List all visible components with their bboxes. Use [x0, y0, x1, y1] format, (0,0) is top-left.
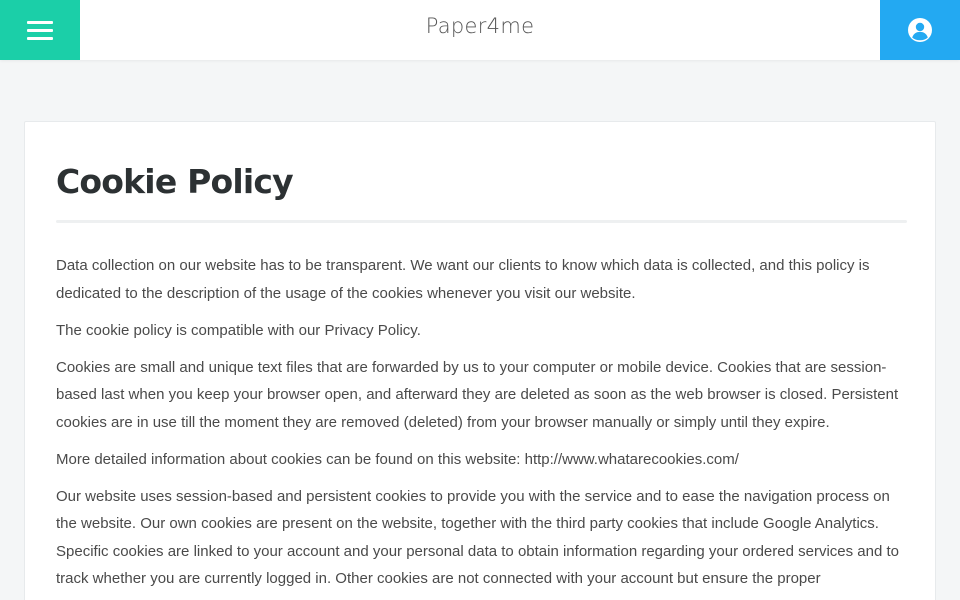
site-logo[interactable]: Paper4me [0, 14, 960, 38]
title-divider [56, 220, 907, 223]
page-title: Cookie Policy [56, 162, 294, 201]
policy-paragraph: Our website uses session-based and persi… [56, 487, 899, 588]
policy-paragraph: Data collection on our website has to be… [56, 257, 870, 302]
top-bar: Paper4me [0, 0, 960, 60]
policy-content: Data collection on our website has to be… [56, 252, 907, 593]
user-account-button[interactable] [880, 0, 960, 60]
policy-paragraph: Cookies are small and unique text files … [56, 358, 899, 431]
policy-paragraph: The cookie policy is compatible with our… [56, 321, 421, 339]
policy-paragraph: More detailed information about cookies … [56, 450, 739, 468]
user-account-icon [908, 18, 932, 42]
policy-card: Cookie Policy Data collection on our web… [24, 121, 936, 600]
